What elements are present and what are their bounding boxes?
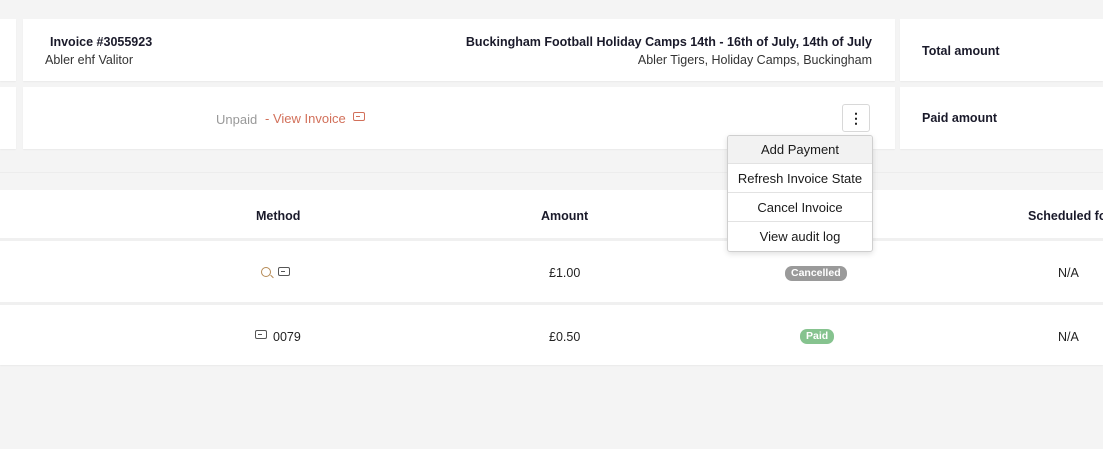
column-header-method: Method xyxy=(256,209,301,223)
column-header-scheduled: Scheduled fo xyxy=(1028,209,1103,223)
payment-amount: £1.00 xyxy=(549,266,581,280)
invoice-number: Invoice #3055923 xyxy=(50,35,153,49)
view-invoice-link[interactable]: - View Invoice xyxy=(265,111,346,126)
more-actions-button[interactable]: ⋮ xyxy=(842,104,870,132)
kebab-icon: ⋮ xyxy=(849,109,863,126)
section-divider xyxy=(0,172,1103,173)
status-badge: Paid xyxy=(800,329,835,344)
row-divider xyxy=(0,238,1103,241)
row-divider xyxy=(0,302,1103,305)
invoice-status: Unpaid xyxy=(216,112,258,127)
status-badge: Cancelled xyxy=(785,266,847,281)
paid-amount-label: Paid amount xyxy=(922,111,998,125)
left-edge-card xyxy=(0,19,16,81)
total-amount-card: Total amount xyxy=(900,19,1103,81)
payments-table: Method Amount Scheduled fo £1.00 Cancell… xyxy=(0,190,1103,365)
column-header-amount: Amount xyxy=(541,209,589,223)
paid-amount-card: Paid amount xyxy=(900,87,1103,149)
left-edge-card xyxy=(0,87,16,149)
payment-scheduled: N/A xyxy=(1058,330,1079,344)
invoice-card: Invoice #3055923 Abler ehf Valitor Bucki… xyxy=(23,19,895,81)
invoice-title: Buckingham Football Holiday Camps 14th -… xyxy=(465,35,872,49)
actions-dropdown-menu: Add Payment Refresh Invoice State Cancel… xyxy=(727,135,873,252)
menu-item-cancel-invoice[interactable]: Cancel Invoice xyxy=(728,194,872,222)
invoice-provider: Abler ehf Valitor xyxy=(45,53,134,67)
card-icon xyxy=(255,330,267,339)
menu-item-refresh-invoice-state[interactable]: Refresh Invoice State xyxy=(728,165,872,193)
menu-item-add-payment[interactable]: Add Payment xyxy=(728,136,872,164)
card-icon xyxy=(353,112,365,121)
invoice-subtitle: Abler Tigers, Holiday Camps, Buckingham xyxy=(637,53,872,67)
payment-scheduled: N/A xyxy=(1058,266,1079,280)
total-amount-label: Total amount xyxy=(922,44,1000,58)
payment-method-text: 0079 xyxy=(273,330,301,344)
payment-amount: £0.50 xyxy=(549,330,581,344)
search-icon xyxy=(261,267,271,277)
menu-item-view-audit-log[interactable]: View audit log xyxy=(728,223,872,251)
card-icon xyxy=(278,267,290,276)
